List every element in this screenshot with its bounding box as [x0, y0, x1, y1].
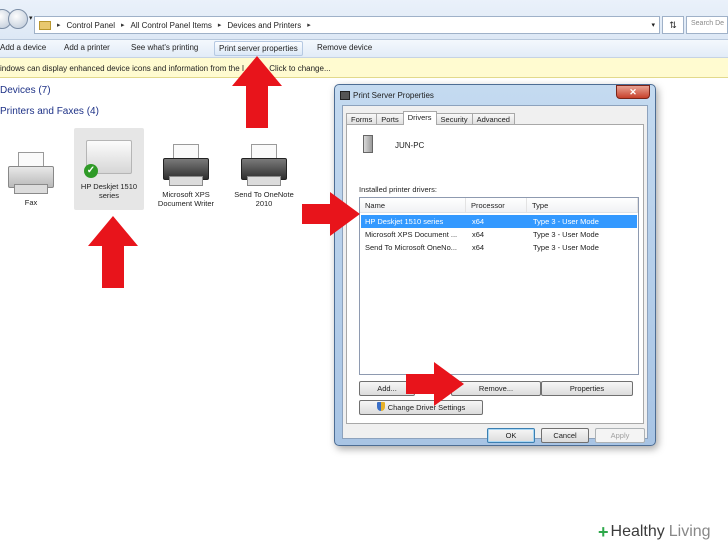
device-label: Send To OneNote 2010: [234, 190, 294, 208]
see-whats-printing-button[interactable]: See what's printing: [131, 43, 198, 52]
device-label: HP Deskjet 1510 series: [80, 182, 138, 200]
watermark-text-1: Healthy: [610, 523, 665, 540]
refresh-button[interactable]: ⇅: [662, 16, 684, 34]
properties-button[interactable]: Properties: [541, 381, 633, 396]
breadcrumb-separator-icon[interactable]: ▸: [121, 21, 125, 29]
device-send-to-onenote[interactable]: Send To OneNote 2010: [229, 140, 299, 208]
column-header-type[interactable]: Type: [527, 198, 638, 213]
fax-icon: [4, 148, 58, 196]
add-device-button[interactable]: Add a device: [0, 43, 46, 52]
driver-name: HP Deskjet 1510 series: [365, 217, 444, 226]
right-arrow-driver-icon: [302, 192, 360, 236]
device-label: Microsoft XPS Document Writer: [157, 190, 215, 208]
printer-icon: [159, 140, 213, 188]
print-server-properties-button[interactable]: Print server properties: [214, 41, 303, 56]
device-xps-writer[interactable]: Microsoft XPS Document Writer: [151, 140, 221, 208]
up-arrow-print-server-icon: [232, 56, 282, 128]
dialog-title: Print Server Properties: [353, 91, 434, 100]
watermark-text-2: Living: [668, 523, 711, 540]
driver-row[interactable]: Microsoft XPS Document ... x64 Type 3 - …: [361, 228, 637, 241]
uac-shield-icon: [376, 402, 385, 411]
installed-drivers-label: Installed printer drivers:: [359, 185, 437, 194]
breadcrumb-control-panel[interactable]: Control Panel: [67, 21, 115, 30]
devices-section-header[interactable]: Devices (7): [0, 85, 51, 96]
column-header-processor[interactable]: Processor: [466, 198, 527, 213]
folder-icon: [39, 20, 51, 30]
search-input[interactable]: Search De: [686, 16, 728, 34]
device-label: Fax: [24, 198, 38, 207]
tab-drivers[interactable]: Drivers: [402, 111, 437, 125]
ok-button[interactable]: OK: [487, 428, 535, 443]
driver-processor: x64: [472, 217, 485, 226]
driver-name: Microsoft XPS Document ...: [365, 230, 458, 239]
remove-device-button[interactable]: Remove device: [317, 43, 372, 52]
device-hp-deskjet[interactable]: ✓ HP Deskjet 1510 series: [74, 128, 144, 210]
driver-type: Type 3 - User Mode: [533, 243, 599, 252]
server-name: JUN-PC: [395, 141, 425, 150]
device-fax[interactable]: Fax: [0, 148, 66, 207]
server-computer-icon: [363, 135, 373, 153]
driver-processor: x64: [472, 230, 485, 239]
info-bar-text: indows can display enhanced device icons…: [0, 64, 245, 73]
driver-name: Send To Microsoft OneNo...: [365, 243, 457, 252]
remove-driver-button[interactable]: Remove...: [451, 381, 541, 396]
tab-strip: Forms Ports Drivers Security Advanced: [346, 111, 515, 125]
breadcrumb-all-items[interactable]: All Control Panel Items: [131, 21, 212, 30]
printers-section-header[interactable]: Printers and Faxes (4): [0, 106, 99, 117]
plus-logo-icon: +: [598, 521, 609, 542]
forward-button[interactable]: [8, 9, 28, 29]
driver-type: Type 3 - User Mode: [533, 230, 599, 239]
breadcrumb-separator-icon[interactable]: ▸: [307, 21, 311, 29]
breadcrumb-devices-printers[interactable]: Devices and Printers: [227, 21, 301, 30]
watermark-logo: + Healthy Living: [594, 518, 728, 546]
printer-title-icon: [340, 91, 350, 100]
column-header-name[interactable]: Name: [360, 198, 466, 213]
driver-row[interactable]: Send To Microsoft OneNo... x64 Type 3 - …: [361, 241, 637, 254]
print-server-properties-dialog: Print Server Properties ✕ Forms Ports Dr…: [334, 84, 656, 446]
driver-type: Type 3 - User Mode: [533, 217, 599, 226]
drivers-list[interactable]: Name Processor Type HP Deskjet 1510 seri…: [359, 197, 639, 375]
printer-icon: [237, 140, 291, 188]
up-arrow-printer-icon: [88, 216, 138, 288]
address-bar-area: ▾ ▸ Control Panel ▸ All Control Panel It…: [0, 0, 728, 40]
info-bar[interactable]: indows can display enhanced device icons…: [0, 58, 728, 78]
add-printer-button[interactable]: Add a printer: [64, 43, 110, 52]
right-arrow-remove-icon: [406, 362, 464, 406]
close-button[interactable]: ✕: [616, 85, 650, 99]
breadcrumb-separator-icon[interactable]: ▸: [57, 21, 61, 29]
address-dropdown-chevron-icon[interactable]: ▾: [651, 21, 655, 29]
address-bar[interactable]: ▸ Control Panel ▸ All Control Panel Item…: [34, 16, 660, 34]
drivers-tab-panel: JUN-PC Installed printer drivers: Name P…: [346, 124, 644, 424]
recent-pages-chevron-icon[interactable]: ▾: [29, 14, 33, 22]
cancel-button[interactable]: Cancel: [541, 428, 589, 443]
breadcrumb-separator-icon[interactable]: ▸: [218, 21, 222, 29]
dialog-client: Forms Ports Drivers Security Advanced JU…: [342, 105, 648, 443]
driver-processor: x64: [472, 243, 485, 252]
apply-button[interactable]: Apply: [595, 428, 645, 443]
default-printer-check-icon: ✓: [84, 164, 98, 178]
driver-row[interactable]: HP Deskjet 1510 series x64 Type 3 - User…: [361, 215, 637, 228]
command-bar: Add a device Add a printer See what's pr…: [0, 40, 728, 58]
printer-icon: ✓: [82, 132, 136, 180]
